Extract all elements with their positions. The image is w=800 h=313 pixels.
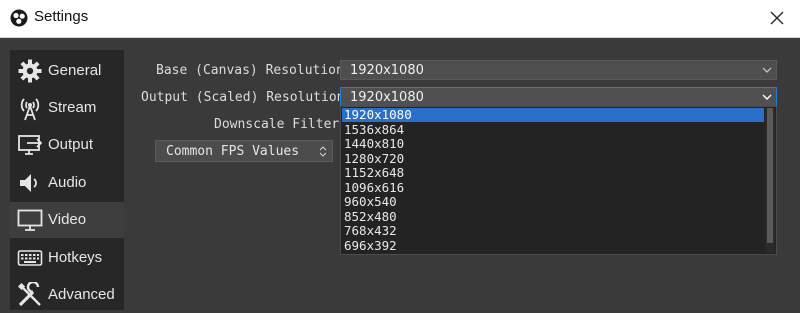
sidebar-item-label: Hotkeys (48, 249, 103, 266)
gear-icon (18, 59, 42, 83)
obs-logo-icon (10, 9, 28, 27)
dropdown-option[interactable]: 768x432 (342, 224, 764, 238)
output-resolution-value: 1920x1080 (350, 90, 424, 105)
base-resolution-select[interactable]: 1920x1080 (340, 60, 777, 80)
sidebar-item-label: General (48, 62, 102, 79)
output-resolution-select[interactable]: 1920x1080 (340, 87, 777, 107)
sidebar-item-hotkeys[interactable]: Hotkeys (10, 240, 124, 276)
dropdown-option[interactable]: 1440x810 (342, 137, 764, 151)
dropdown-option[interactable]: 960x540 (342, 195, 764, 209)
fps-type-select[interactable]: Common FPS Values (155, 140, 333, 162)
monitor-output-icon (18, 135, 43, 155)
broadcast-antenna-icon (20, 98, 40, 121)
sidebar-item-label: Advanced (48, 286, 115, 303)
dropdown-option[interactable]: 852x480 (342, 209, 764, 224)
sidebar-item-label: Stream (48, 99, 97, 116)
fps-type-value: Common FPS Values (166, 144, 300, 159)
base-resolution-value: 1920x1080 (350, 63, 424, 78)
base-resolution-label: Base (Canvas) Resolution (156, 63, 344, 78)
sidebar-item-general[interactable]: General (10, 53, 124, 89)
sidebar-item-label: Output (48, 136, 94, 153)
chevron-down-icon (762, 94, 772, 100)
sidebar-item-label: Video (48, 211, 87, 228)
dropdown-option[interactable]: 1096x616 (342, 180, 764, 195)
speaker-icon (20, 174, 37, 192)
dropdown-option[interactable]: 1536x864 (342, 122, 764, 137)
sidebar-item-advanced[interactable]: Advanced (10, 277, 124, 313)
title-bar: Settings (0, 0, 800, 38)
sidebar-item-label: Audio (48, 174, 87, 191)
chevron-down-icon (762, 67, 772, 73)
sidebar-item-video[interactable]: Video (10, 202, 124, 238)
tools-icon (17, 282, 41, 307)
dropdown-option[interactable]: 696x392 (342, 238, 764, 253)
dropdown-option[interactable]: 1920x1080 (342, 108, 764, 122)
resolution-dropdown-list: 1920x1080 1536x864 1440x810 1280x720 115… (340, 106, 777, 255)
sidebar: General Stream Output Audio Video Hotkey… (10, 50, 124, 310)
sidebar-item-audio[interactable]: Audio (10, 165, 124, 201)
close-button[interactable] (754, 0, 800, 37)
downscale-filter-label: Downscale Filter (214, 117, 340, 132)
dropdown-option[interactable]: 1152x648 (342, 166, 764, 180)
window-title: Settings (34, 8, 89, 25)
sidebar-item-stream[interactable]: Stream (10, 90, 124, 126)
dropdown-option[interactable]: 1280x720 (342, 151, 764, 166)
dropdown-scrollbar[interactable] (765, 108, 775, 253)
scrollbar-thumb[interactable] (767, 108, 773, 243)
close-icon (770, 11, 784, 25)
sidebar-item-output[interactable]: Output (10, 127, 124, 163)
keyboard-icon (17, 250, 43, 266)
output-resolution-label: Output (Scaled) Resolution (141, 90, 345, 105)
monitor-icon (17, 209, 43, 231)
up-down-arrows-icon (319, 146, 327, 157)
